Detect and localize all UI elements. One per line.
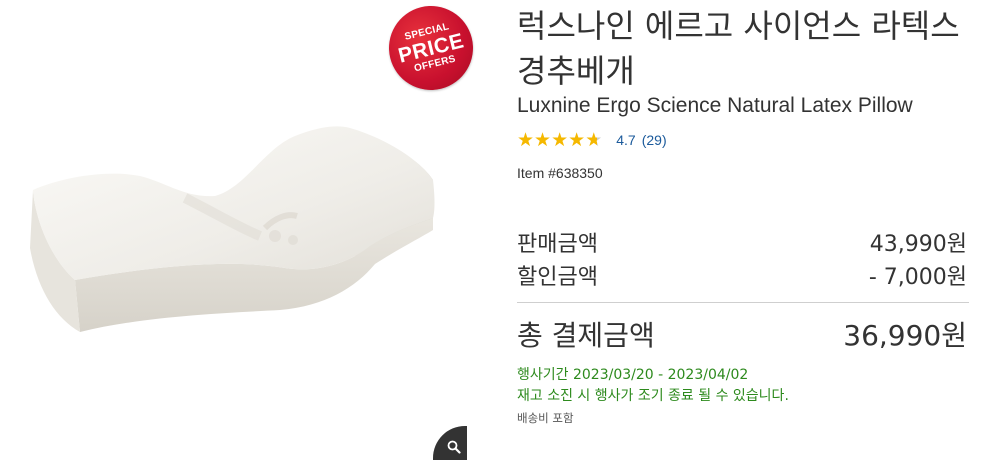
star-icon: ★ <box>568 129 586 151</box>
total-price-row: 총 결제금액 36,990원 <box>517 314 967 354</box>
star-icon: ★ <box>551 129 569 151</box>
product-image-panel: SPECIAL PRICE OFFERS <box>0 0 482 468</box>
product-image[interactable] <box>25 118 440 348</box>
promotion-period: 행사기간 2023/03/20 - 2023/04/02 <box>517 367 749 383</box>
total-price-value: 36,990원 <box>843 319 967 352</box>
zoom-in-icon <box>447 440 461 454</box>
product-title-english: Luxnine Ergo Science Natural Latex Pillo… <box>517 94 913 117</box>
rating-value[interactable]: 4.7 <box>616 132 635 148</box>
discount-value: - 7,000원 <box>868 265 967 290</box>
sale-price-row: 판매금액 43,990원 <box>517 226 967 258</box>
promotion-info: 행사기간 2023/03/20 - 2023/04/02 재고 소진 시 행사가… <box>517 365 789 407</box>
price-divider <box>517 302 969 303</box>
sale-price-value: 43,990원 <box>869 232 967 257</box>
star-half-icon: ★ <box>585 129 603 151</box>
discount-label: 할인금액 <box>517 265 598 290</box>
promotion-note: 재고 소진 시 행사가 조기 종료 될 수 있습니다. <box>517 388 789 404</box>
rating-row[interactable]: ★ ★ ★ ★ ★ 4.7 (29) <box>517 130 667 150</box>
total-price-label: 총 결제금액 <box>517 319 655 352</box>
shipping-info: 배송비 포함 <box>517 411 574 425</box>
star-rating: ★ ★ ★ ★ ★ <box>517 130 602 150</box>
star-icon: ★ <box>517 129 535 151</box>
product-title-korean: 럭스나인 에르고 사이언스 라텍스 경추베개 <box>517 7 960 90</box>
discount-row: 할인금액 - 7,000원 <box>517 259 967 291</box>
sale-price-label: 판매금액 <box>517 232 598 257</box>
star-icon: ★ <box>534 129 552 151</box>
zoom-button[interactable] <box>433 426 467 460</box>
special-price-badge: SPECIAL PRICE OFFERS <box>380 0 482 99</box>
item-number: Item #638350 <box>517 165 603 181</box>
review-count-link[interactable]: (29) <box>642 132 667 148</box>
